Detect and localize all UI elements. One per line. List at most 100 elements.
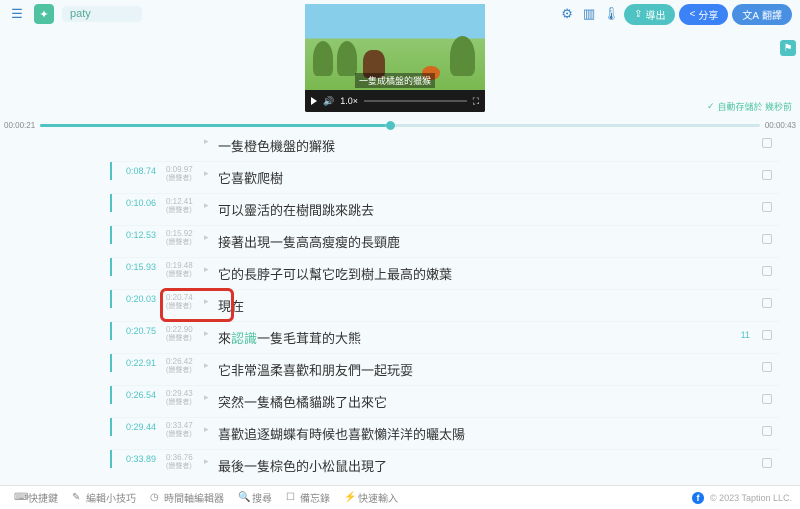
menu-icon[interactable]: ☰ [8,5,26,23]
row-meta: 0:09.97(變聲者) [162,162,204,186]
transcript-row[interactable]: 0:08.740:09.97(變聲者)▸它喜歡爬樹 [110,162,780,194]
expand-icon[interactable]: ▸ [204,386,214,403]
project-title-input[interactable] [62,6,142,22]
row-meta [162,130,204,136]
notes-button[interactable]: ☐備忘錄 [280,488,336,507]
notes-label: 備忘錄 [300,490,330,505]
expand-icon[interactable]: ▸ [204,194,214,211]
share-button[interactable]: < 分享 [679,4,728,25]
row-text[interactable]: 喜歡追逐蝴蝶有時候也喜歡懶洋洋的曬太陽 [214,418,780,449]
play-icon[interactable] [311,97,317,105]
row-meta: 0:29.43(變聲者) [162,386,204,410]
row-meta: 0:15.92(變聲者) [162,226,204,250]
row-meta: 0:20.74(變聲者) [162,290,204,314]
expand-icon[interactable]: ▸ [204,258,214,275]
expand-icon[interactable]: ▸ [204,290,214,307]
row-timestamp: 0:22.91 [110,354,162,372]
row-checkbox[interactable] [762,362,772,372]
app-logo: ✦ [34,4,54,24]
expand-icon[interactable]: ▸ [204,450,214,467]
row-text[interactable]: 最後一隻棕色的小松鼠出現了 [214,450,780,481]
row-text[interactable]: 來認識一隻毛茸茸的大熊 [214,322,780,353]
row-text[interactable]: 一隻橙色機盤的獬猴 [214,130,780,161]
expand-icon[interactable]: ▸ [204,162,214,179]
tips-label: 編輯小技巧 [86,490,136,505]
shortcuts-label: 快捷鍵 [28,490,58,505]
transcript-row[interactable]: 0:10.060:12.41(變聲者)▸可以靈活的在樹間跳來跳去 [110,194,780,226]
search-button[interactable]: 🔍搜尋 [232,488,278,507]
share-label: 分享 [698,7,718,22]
row-timestamp: 0:20.75 [110,322,162,340]
transcript-list: ▸一隻橙色機盤的獬猴0:08.740:09.97(變聲者)▸它喜歡爬樹0:10.… [110,130,780,481]
copyright: © 2023 Taption LLC. [710,493,792,503]
row-meta: 0:19.48(變聲者) [162,258,204,282]
timeline-thumb[interactable] [386,121,395,130]
expand-icon[interactable]: ▸ [204,418,214,435]
row-text[interactable]: 現在 [214,290,780,321]
row-text[interactable]: 可以靈活的在樹間跳來跳去 [214,194,780,225]
export-label: 導出 [645,7,665,22]
top-actions: ⚙ ▥ 🌡 ⇪ 導出 < 分享 文A 翻譯 [558,4,792,25]
video-caption: 一隻成橘盤的獵猴 [355,73,435,88]
row-meta: 0:26.42(變聲者) [162,354,204,378]
row-checkbox[interactable] [762,394,772,404]
row-checkbox[interactable] [762,170,772,180]
row-checkbox[interactable] [762,138,772,148]
expand-icon[interactable]: ▸ [204,130,214,147]
quick-input-button[interactable]: ⚡快速輸入 [338,488,404,507]
transcript-row[interactable]: 0:22.910:26.42(變聲者)▸它非常溫柔喜歡和朋友們一起玩耍 [110,354,780,386]
export-button[interactable]: ⇪ 導出 [624,4,675,25]
thermometer-icon[interactable]: 🌡 [602,5,620,23]
row-checkbox[interactable] [762,426,772,436]
playback-speed[interactable]: 1.0× [340,96,358,106]
timeline-editor-label: 時間軸編輯器 [164,490,224,505]
row-checkbox[interactable] [762,298,772,308]
row-checkbox[interactable] [762,330,772,340]
row-meta: 0:22.90(變聲者) [162,322,204,346]
translate-button[interactable]: 文A 翻譯 [732,4,792,25]
row-text[interactable]: 它喜歡爬樹 [214,162,780,193]
row-checkbox[interactable] [762,266,772,276]
facebook-icon[interactable]: f [692,492,704,504]
transcript-row[interactable]: 0:29.440:33.47(變聲者)▸喜歡追逐蝴蝶有時候也喜歡懶洋洋的曬太陽 [110,418,780,450]
row-timestamp: 0:15.93 [110,258,162,276]
tips-button[interactable]: ✎編輯小技巧 [66,488,142,507]
row-meta: 0:36.76(變聲者) [162,450,204,474]
transcript-row[interactable]: 0:12.530:15.92(變聲者)▸接著出現一隻高高瘦瘦的長頸鹿 [110,226,780,258]
expand-icon[interactable]: ▸ [204,354,214,371]
row-timestamp: 0:08.74 [110,162,162,180]
fullscreen-icon[interactable]: ⛶ [473,96,479,107]
expand-icon[interactable]: ▸ [204,322,214,339]
row-timestamp [110,130,162,138]
row-text[interactable]: 接著出現一隻高高瘦瘦的長頸鹿 [214,226,780,257]
transcript-row[interactable]: 0:20.030:20.74(變聲者)▸現在 [110,290,780,322]
video-progress[interactable] [364,100,467,102]
row-timestamp: 0:10.06 [110,194,162,212]
transcript-row[interactable]: 0:33.890:36.76(變聲者)▸最後一隻棕色的小松鼠出現了 [110,450,780,481]
row-checkbox[interactable] [762,202,772,212]
footer-right: f © 2023 Taption LLC. [692,492,792,504]
side-flag-icon[interactable]: ⚑ [780,40,796,56]
expand-icon[interactable]: ▸ [204,226,214,243]
row-text[interactable]: 它的長脖子可以幫它吃到樹上最高的嫩葉 [214,258,780,289]
gear-icon[interactable]: ⚙ [558,5,576,23]
transcript-row[interactable]: 0:15.930:19.48(變聲者)▸它的長脖子可以幫它吃到樹上最高的嫩葉 [110,258,780,290]
row-badge: 11 [741,330,750,340]
autosave-label: 自動存儲於 幾秒前 [717,100,792,113]
volume-icon[interactable]: 🔊 [323,96,334,107]
row-checkbox[interactable] [762,234,772,244]
transcript-row[interactable]: 0:26.540:29.43(變聲者)▸突然一隻橘色橘貓跳了出來它 [110,386,780,418]
transcript-row[interactable]: 0:20.750:22.90(變聲者)▸來認識一隻毛茸茸的大熊11 [110,322,780,354]
row-timestamp: 0:26.54 [110,386,162,404]
row-checkbox[interactable] [762,458,772,468]
video-preview[interactable]: 一隻成橘盤的獵猴 🔊 1.0× ⛶ [305,4,485,112]
row-text[interactable]: 突然一隻橘色橘貓跳了出來它 [214,386,780,417]
row-text[interactable]: 它非常溫柔喜歡和朋友們一起玩耍 [214,354,780,385]
shortcuts-button[interactable]: ⌨快捷鍵 [8,488,64,507]
transcript-row[interactable]: ▸一隻橙色機盤的獬猴 [110,130,780,162]
timeline-editor-button[interactable]: ◷時間軸編輯器 [144,488,230,507]
video-scene: 一隻成橘盤的獵猴 [305,4,485,90]
timeline-track[interactable] [40,124,760,127]
book-icon[interactable]: ▥ [580,5,598,23]
row-meta: 0:33.47(變聲者) [162,418,204,442]
